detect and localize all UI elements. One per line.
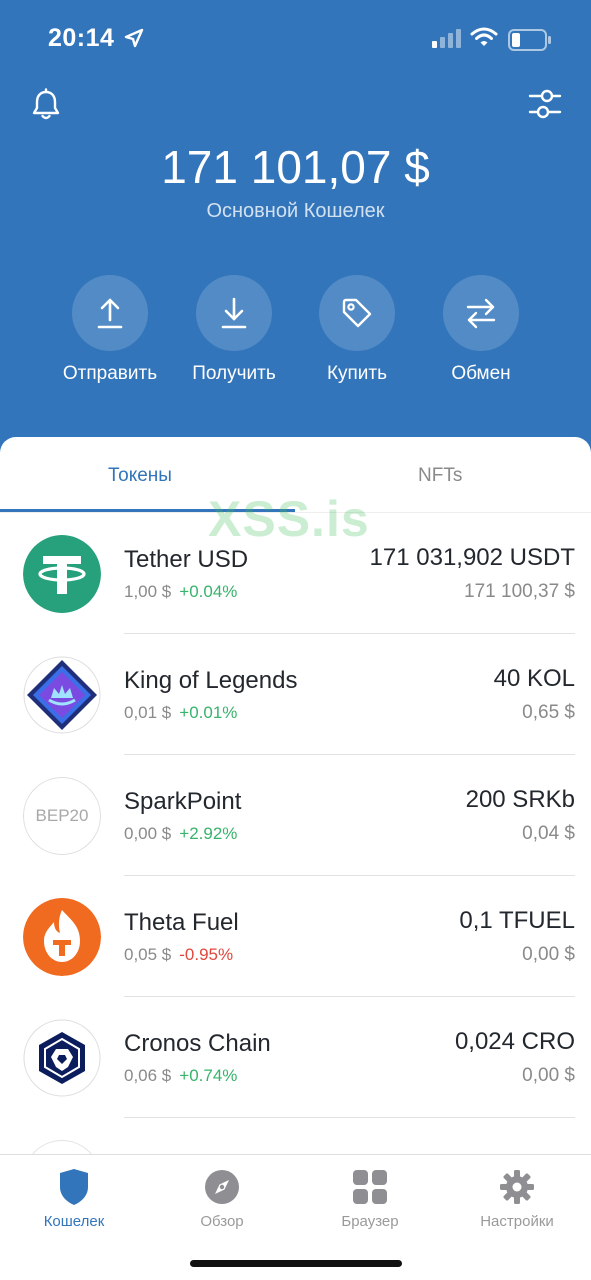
nav-discover[interactable]: Обзор — [148, 1165, 296, 1230]
token-fiat-value: 0,04 $ — [522, 823, 575, 844]
token-row-cronos[interactable]: Cronos Chain 0,06 $ +0.74% 0,024 CRO 0,00… — [0, 997, 591, 1118]
shield-icon — [0, 1165, 148, 1209]
token-amount: 171 031,902 USDT — [369, 544, 575, 571]
token-change: +0.01% — [179, 703, 238, 722]
gear-icon — [443, 1165, 591, 1209]
home-indicator[interactable] — [190, 1260, 402, 1267]
arrow-down-icon — [196, 275, 272, 351]
receive-label: Получить — [192, 363, 276, 384]
cronos-icon — [23, 1019, 101, 1097]
status-time: 20:14 — [48, 24, 115, 52]
token-fiat-value: 171 100,37 $ — [464, 581, 575, 602]
token-price: 0,00 $ +2.92% — [124, 824, 237, 844]
token-price-value: 1,00 $ — [124, 582, 172, 601]
token-list: Tether USD 1,00 $ +0.04% 171 031,902 USDT… — [0, 513, 591, 1118]
arrow-up-icon — [72, 275, 148, 351]
wifi-icon — [470, 26, 498, 53]
tab-nfts[interactable]: NFTs — [418, 465, 462, 487]
token-amount: 0,024 CRO — [454, 1028, 575, 1055]
token-amount: 40 KOL — [493, 665, 575, 692]
nav-settings[interactable]: Настройки — [443, 1165, 591, 1230]
token-row-theta-fuel[interactable]: Theta Fuel 0,05 $ -0.95% 0,1 TFUEL 0,00 $ — [0, 876, 591, 997]
token-name: Theta Fuel — [124, 909, 239, 936]
token-fiat-value: 0,00 $ — [522, 944, 575, 965]
token-amount: 0,1 TFUEL — [459, 907, 575, 934]
token-price-value: 0,01 $ — [124, 703, 172, 722]
buy-label: Купить — [326, 363, 388, 384]
token-price-value: 0,00 $ — [124, 824, 172, 843]
buy-button[interactable]: Купить — [297, 275, 417, 385]
token-price: 0,06 $ +0.74% — [124, 1066, 237, 1086]
token-name: King of Legends — [124, 667, 298, 694]
wallet-balance: 171 101,07 $ — [161, 141, 430, 193]
token-change: -0.95% — [179, 945, 234, 964]
battery-icon — [508, 29, 552, 56]
token-name: Tether USD — [124, 546, 249, 573]
token-change: +2.92% — [179, 824, 238, 843]
token-change: +0.74% — [179, 1066, 238, 1085]
token-amount: 200 SRKb — [465, 786, 575, 813]
tag-icon — [319, 275, 395, 351]
token-price-value: 0,05 $ — [124, 945, 172, 964]
tether-icon — [23, 535, 101, 613]
token-price-value: 0,06 $ — [124, 1066, 172, 1085]
nav-discover-label: Обзор — [200, 1213, 244, 1230]
row-divider — [124, 1117, 575, 1118]
nav-settings-label: Настройки — [480, 1213, 554, 1230]
token-price: 1,00 $ +0.04% — [124, 582, 237, 602]
token-change: +0.04% — [179, 582, 238, 601]
token-name: SparkPoint — [124, 788, 242, 815]
grid-icon — [296, 1165, 444, 1209]
swap-button[interactable]: Обмен — [421, 275, 541, 385]
swap-icon — [443, 275, 519, 351]
filter-settings-icon[interactable] — [527, 86, 563, 127]
nav-wallet-label: Кошелек — [43, 1213, 105, 1230]
tab-tokens[interactable]: Токены — [108, 465, 172, 487]
king-of-legends-icon — [23, 656, 101, 734]
token-price: 0,01 $ +0.01% — [124, 703, 237, 723]
wallet-name[interactable]: Основной Кошелек — [0, 200, 591, 223]
nav-browser[interactable]: Браузер — [296, 1165, 444, 1230]
bep20-icon-text: BEP20 — [23, 777, 101, 855]
send-button[interactable]: Отправить — [50, 275, 170, 385]
status-bar: 20:14 — [0, 0, 591, 80]
token-price: 0,05 $ -0.95% — [124, 945, 233, 965]
receive-button[interactable]: Получить — [174, 275, 294, 385]
token-fiat-value: 0,65 $ — [522, 702, 575, 723]
nav-wallet[interactable]: Кошелек — [0, 1165, 148, 1230]
token-name: Cronos Chain — [124, 1030, 271, 1057]
wallet-header: 20:14 171 101,07 $ Основной Кошелек Отпр… — [0, 0, 591, 470]
send-label: Отправить — [62, 363, 158, 384]
token-fiat-value: 0,00 $ — [522, 1065, 575, 1086]
watermark: XSS.is — [208, 491, 370, 547]
token-row-king-of-legends[interactable]: King of Legends 0,01 $ +0.01% 40 KOL 0,65… — [0, 634, 591, 755]
token-row-sparkpoint[interactable]: BEP20 SparkPoint 0,00 $ +2.92% 200 SRKb 0… — [0, 755, 591, 876]
compass-icon — [148, 1165, 296, 1209]
bep20-icon: BEP20 — [23, 777, 101, 855]
notifications-bell-icon[interactable] — [30, 88, 62, 127]
cellular-signal-icon — [432, 28, 462, 53]
theta-fuel-icon — [23, 898, 101, 976]
nav-browser-label: Браузер — [341, 1213, 399, 1230]
swap-label: Обмен — [451, 363, 511, 384]
location-arrow-icon — [124, 28, 144, 53]
